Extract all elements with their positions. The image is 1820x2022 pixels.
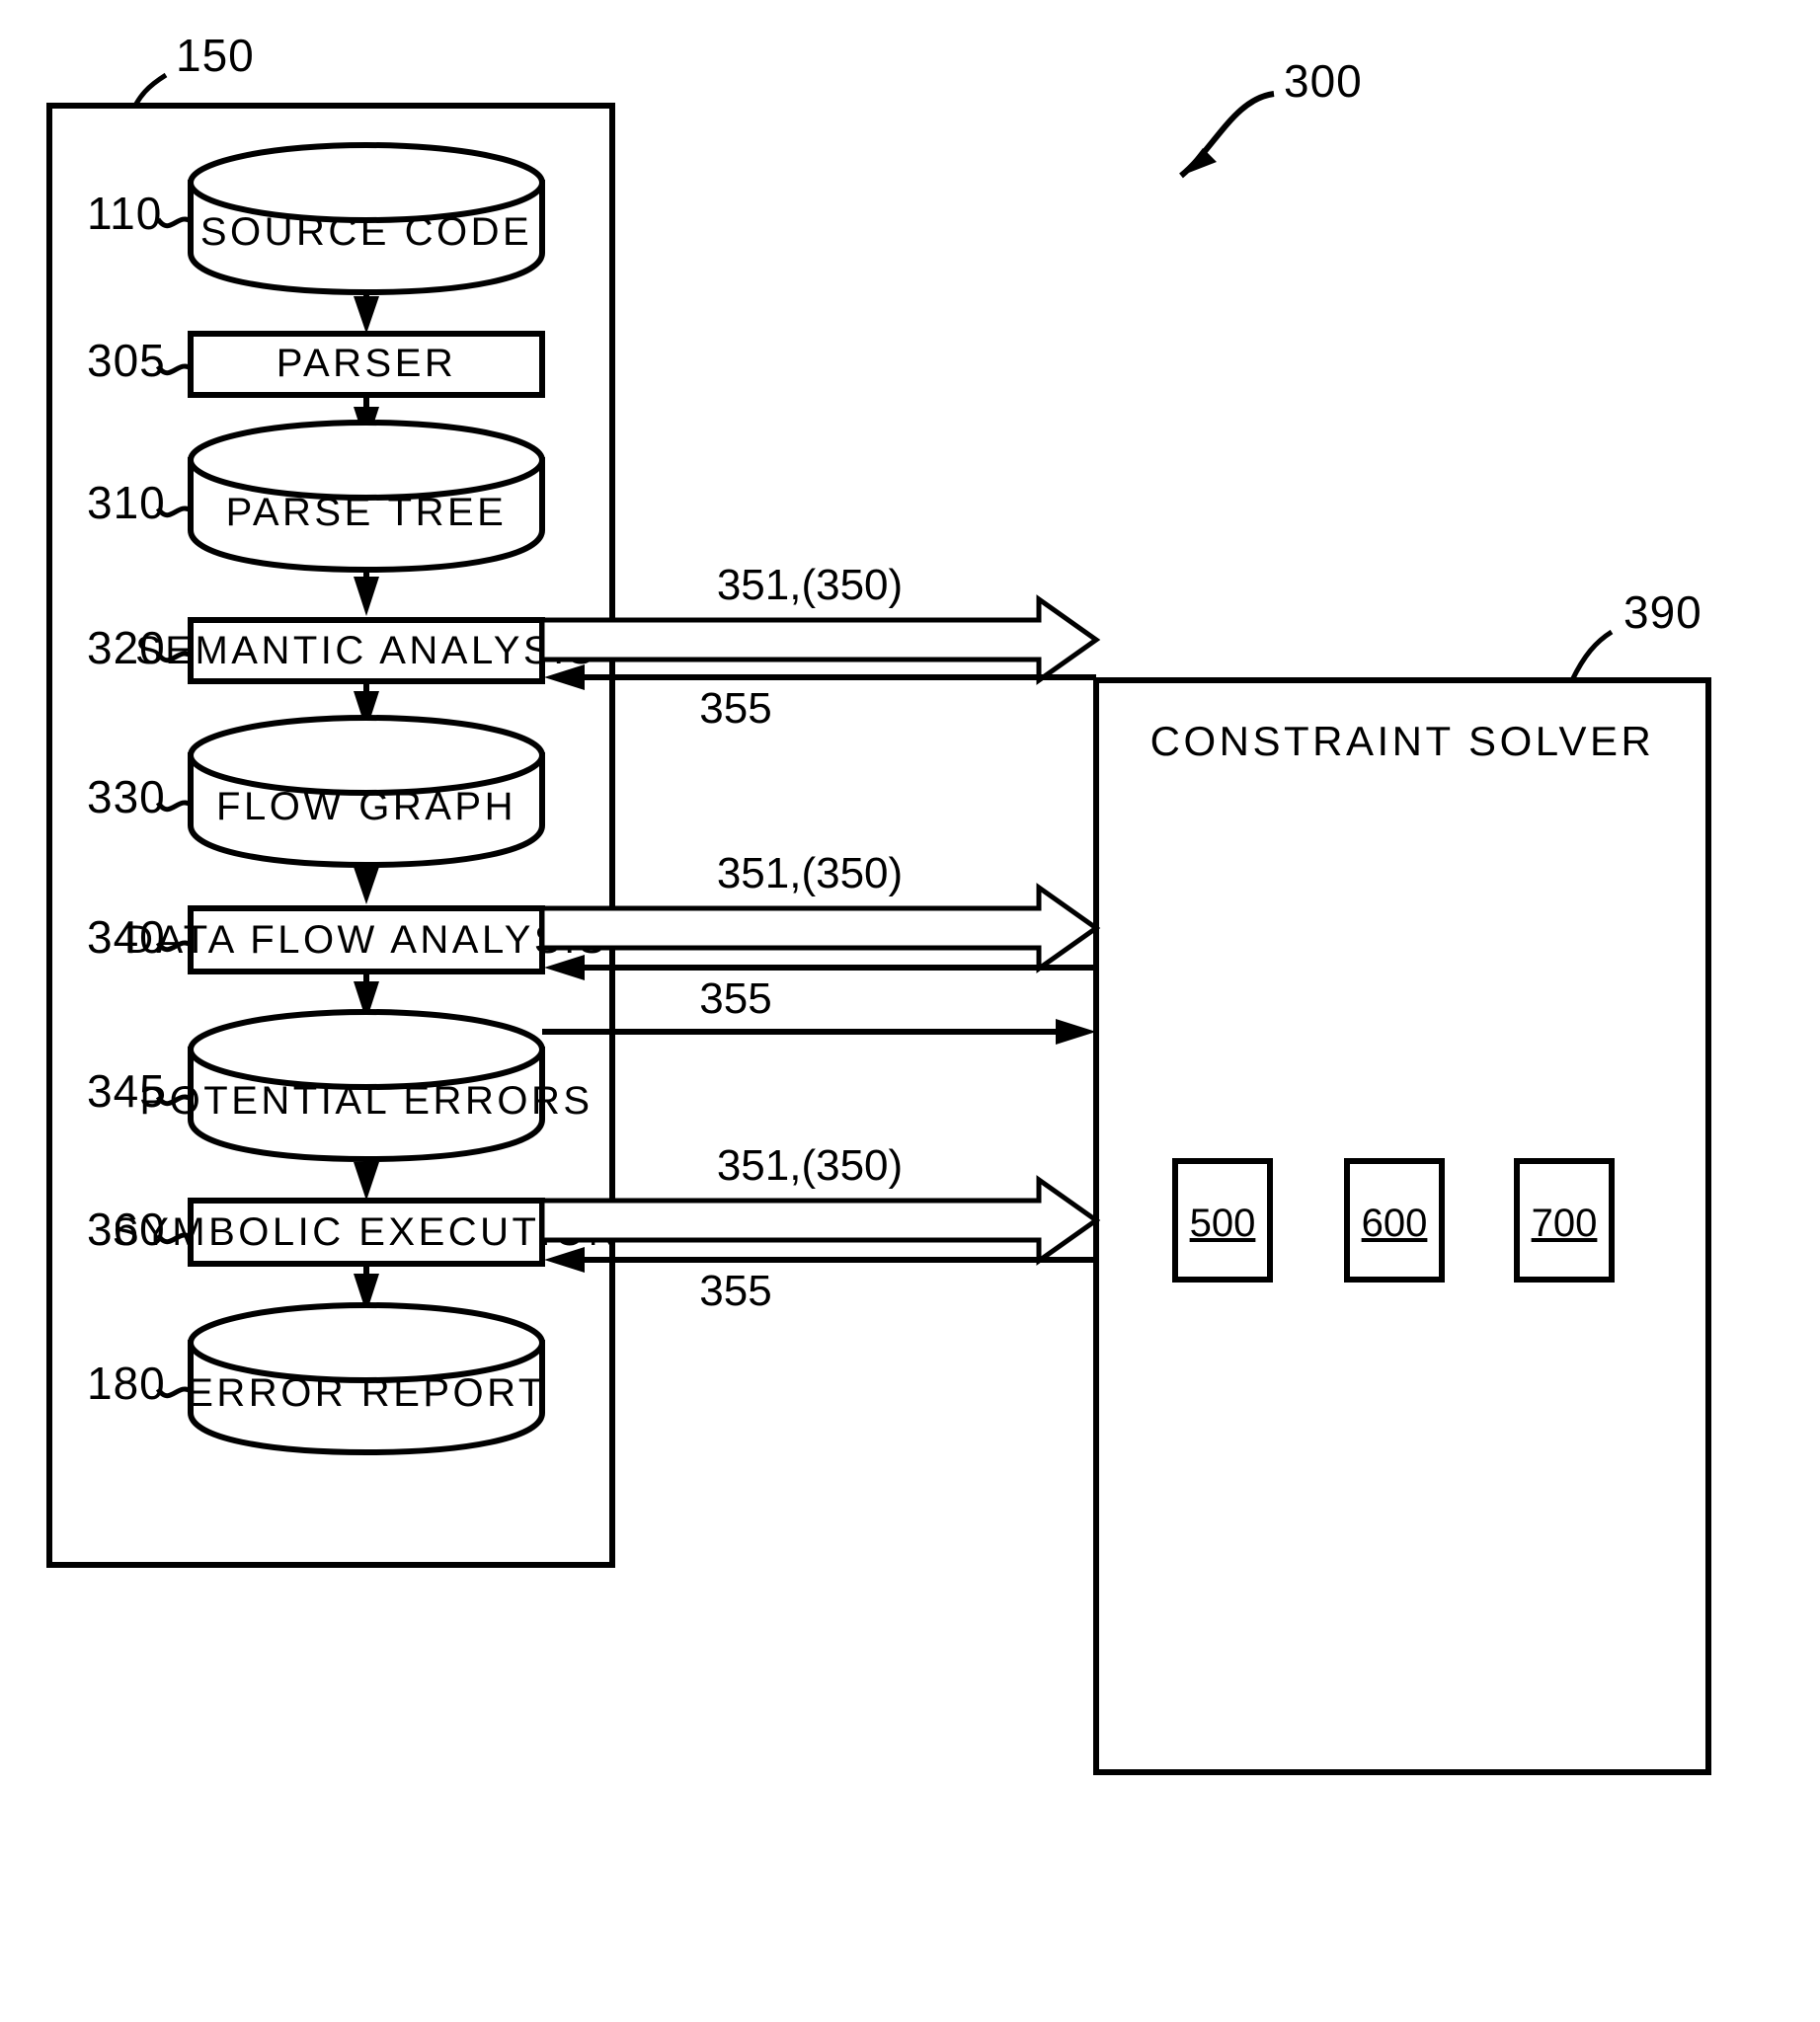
ref-360-label: 360 — [87, 1204, 166, 1255]
callout-390-label: 390 — [1623, 586, 1702, 638]
connector-out-label-2: 351,(350) — [717, 849, 903, 897]
callout-300: 300 — [1179, 55, 1363, 179]
connector-flowgraph-to-solver — [542, 1019, 1096, 1045]
node-parser[interactable]: PARSER — [188, 331, 545, 398]
ref-110-label: 110 — [87, 188, 162, 239]
node-label: DATA FLOW ANALYSIS — [124, 918, 608, 962]
diagram-canvas: 150 300 SOURCE CODE 110 PARSER 305 PARSE… — [46, 30, 1711, 1775]
ref-180-label: 180 — [87, 1358, 166, 1409]
node-semantic-analysis[interactable]: SEMANTIC ANALYSIS — [135, 617, 597, 684]
callout-390: 390 — [1569, 586, 1702, 682]
node-potential-errors[interactable]: POTENTIAL ERRORS — [139, 1009, 593, 1163]
node-label: POTENTIAL ERRORS — [139, 1079, 593, 1123]
node-source-code[interactable]: SOURCE CODE — [188, 142, 545, 296]
node-label: PARSER — [277, 342, 457, 385]
ref-305-label: 305 — [87, 335, 166, 386]
solver-chip-700-label: 700 — [1532, 1202, 1598, 1245]
ref-330-label: 330 — [87, 771, 166, 822]
ref-320-label: 320 — [87, 622, 166, 673]
node-label: SOURCE CODE — [200, 210, 532, 254]
connector-in-label-2: 355 — [699, 974, 771, 1023]
node-flow-graph[interactable]: FLOW GRAPH — [188, 715, 545, 869]
node-parse-tree[interactable]: PARSE TREE — [188, 420, 545, 574]
connector-symbolic-to-solver: 351,(350) 355 — [539, 1141, 1101, 1315]
node-label: ERROR REPORT — [187, 1371, 546, 1415]
ref-340-label: 340 — [87, 911, 166, 963]
node-label: PARSE TREE — [226, 491, 508, 534]
callout-300-label: 300 — [1284, 55, 1363, 107]
connector-semantic-to-solver: 351,(350) 355 — [539, 561, 1101, 733]
solver-chip-700[interactable]: 700 — [1514, 1158, 1615, 1283]
node-label: SEMANTIC ANALYSIS — [135, 629, 597, 672]
ref-310-label: 310 — [87, 477, 166, 528]
node-label: FLOW GRAPH — [216, 785, 516, 828]
callout-150-label: 150 — [176, 30, 255, 81]
constraint-solver-title: CONSTRAINT SOLVER — [1150, 718, 1655, 764]
solver-chip-500-label: 500 — [1190, 1202, 1256, 1245]
ref-345-label: 345 — [87, 1065, 166, 1117]
patent-figure-page: 150 300 SOURCE CODE 110 PARSER 305 PARSE… — [0, 0, 1820, 2022]
solver-chip-600[interactable]: 600 — [1344, 1158, 1445, 1283]
connector-dataflow-to-solver: 351,(350) 355 — [539, 849, 1101, 1023]
node-error-report[interactable]: ERROR REPORT — [187, 1302, 546, 1456]
connector-out-label-3: 351,(350) — [717, 1141, 903, 1190]
node-data-flow-analysis[interactable]: DATA FLOW ANALYSIS — [124, 905, 608, 974]
connector-in-label-1: 355 — [699, 684, 771, 733]
connector-out-label-1: 351,(350) — [717, 561, 903, 609]
connector-in-label-3: 355 — [699, 1267, 771, 1315]
solver-chip-600-label: 600 — [1362, 1202, 1428, 1245]
solver-chip-500[interactable]: 500 — [1172, 1158, 1273, 1283]
